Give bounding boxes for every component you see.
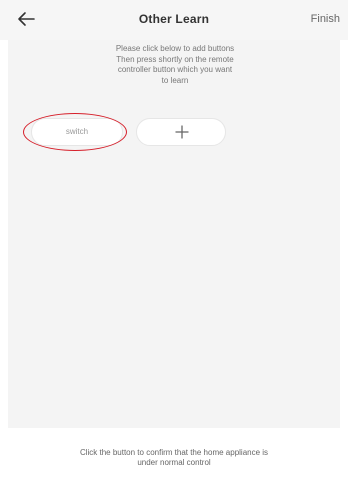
learn-panel: [8, 40, 340, 428]
switch-button-label: switch: [65, 127, 89, 136]
instruction-line: Please click below to add buttons: [115, 44, 235, 53]
switch-button[interactable]: switch: [31, 118, 123, 146]
page-title: Other Learn: [138, 12, 210, 26]
footer-text: Click the button to confirm that the hom…: [10, 448, 338, 468]
footer-line: under normal control: [137, 458, 211, 467]
instructions-text: Please click below to add buttons Then p…: [60, 44, 290, 86]
footer-line: Click the button to confirm that the hom…: [79, 448, 269, 457]
add-button[interactable]: [136, 118, 226, 146]
plus-icon: [175, 125, 189, 139]
finish-button[interactable]: Finish: [311, 13, 340, 25]
instruction-line: Then press shortly on the remote: [116, 54, 234, 64]
header-bar: Other Learn Finish: [0, 0, 348, 40]
instruction-line: controller button which you want: [117, 65, 233, 74]
instruction-line: to learn: [161, 75, 189, 85]
